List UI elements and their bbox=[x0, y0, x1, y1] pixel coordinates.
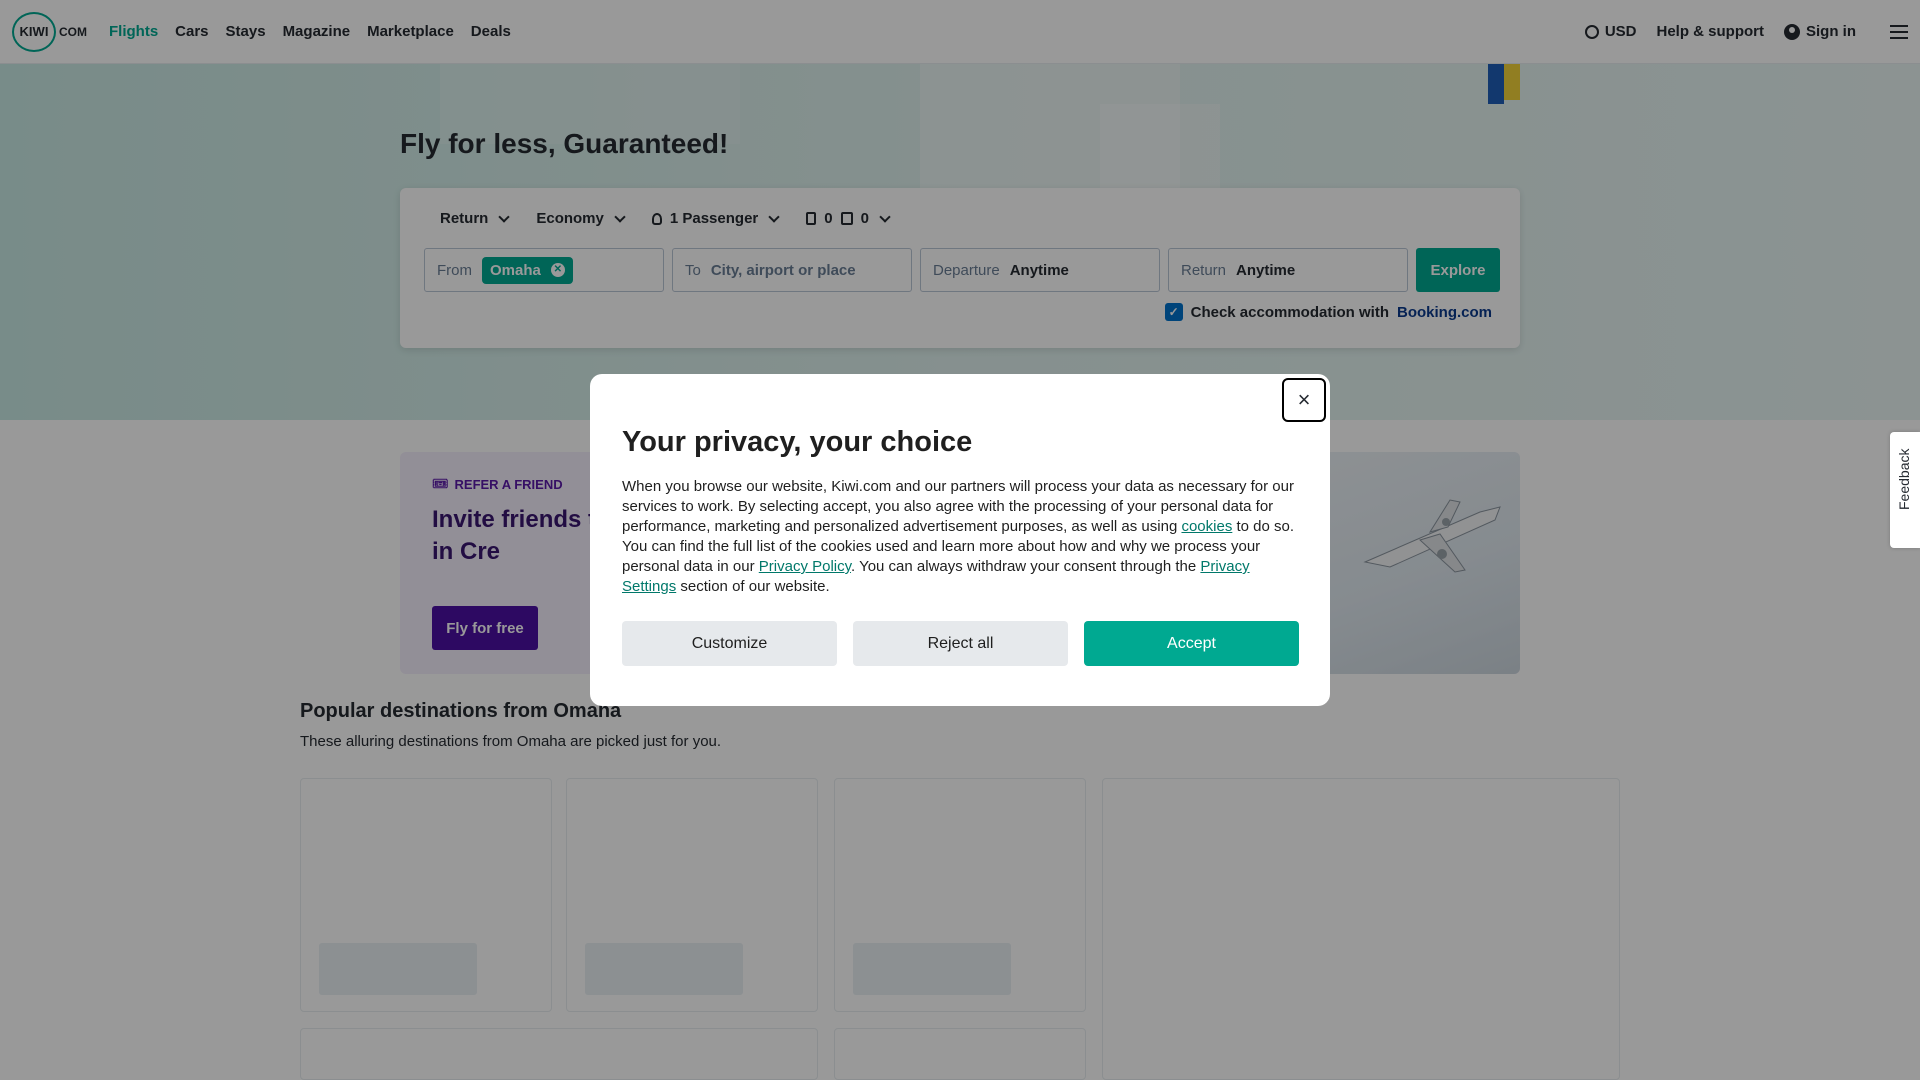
reject-all-button[interactable]: Reject all bbox=[853, 621, 1068, 666]
feedback-tab[interactable]: Feedback bbox=[1890, 432, 1920, 548]
dialog-body: When you browse our website, Kiwi.com an… bbox=[622, 477, 1298, 597]
customize-button[interactable]: Customize bbox=[622, 621, 837, 666]
accept-button[interactable]: Accept bbox=[1084, 621, 1299, 666]
body-text-3: . You can always withdraw your consent t… bbox=[851, 558, 1201, 575]
dialog-actions: Customize Reject all Accept bbox=[622, 621, 1299, 666]
body-text-4: section of our website. bbox=[676, 578, 830, 595]
privacy-policy-link[interactable]: Privacy Policy bbox=[759, 558, 851, 575]
feedback-label: Feedback bbox=[1896, 448, 1912, 510]
privacy-consent-dialog: × Your privacy, your choice When you bro… bbox=[590, 374, 1330, 706]
cookies-link[interactable]: cookies bbox=[1181, 518, 1232, 535]
dialog-title: Your privacy, your choice bbox=[622, 426, 973, 458]
close-icon[interactable]: × bbox=[1282, 378, 1326, 422]
